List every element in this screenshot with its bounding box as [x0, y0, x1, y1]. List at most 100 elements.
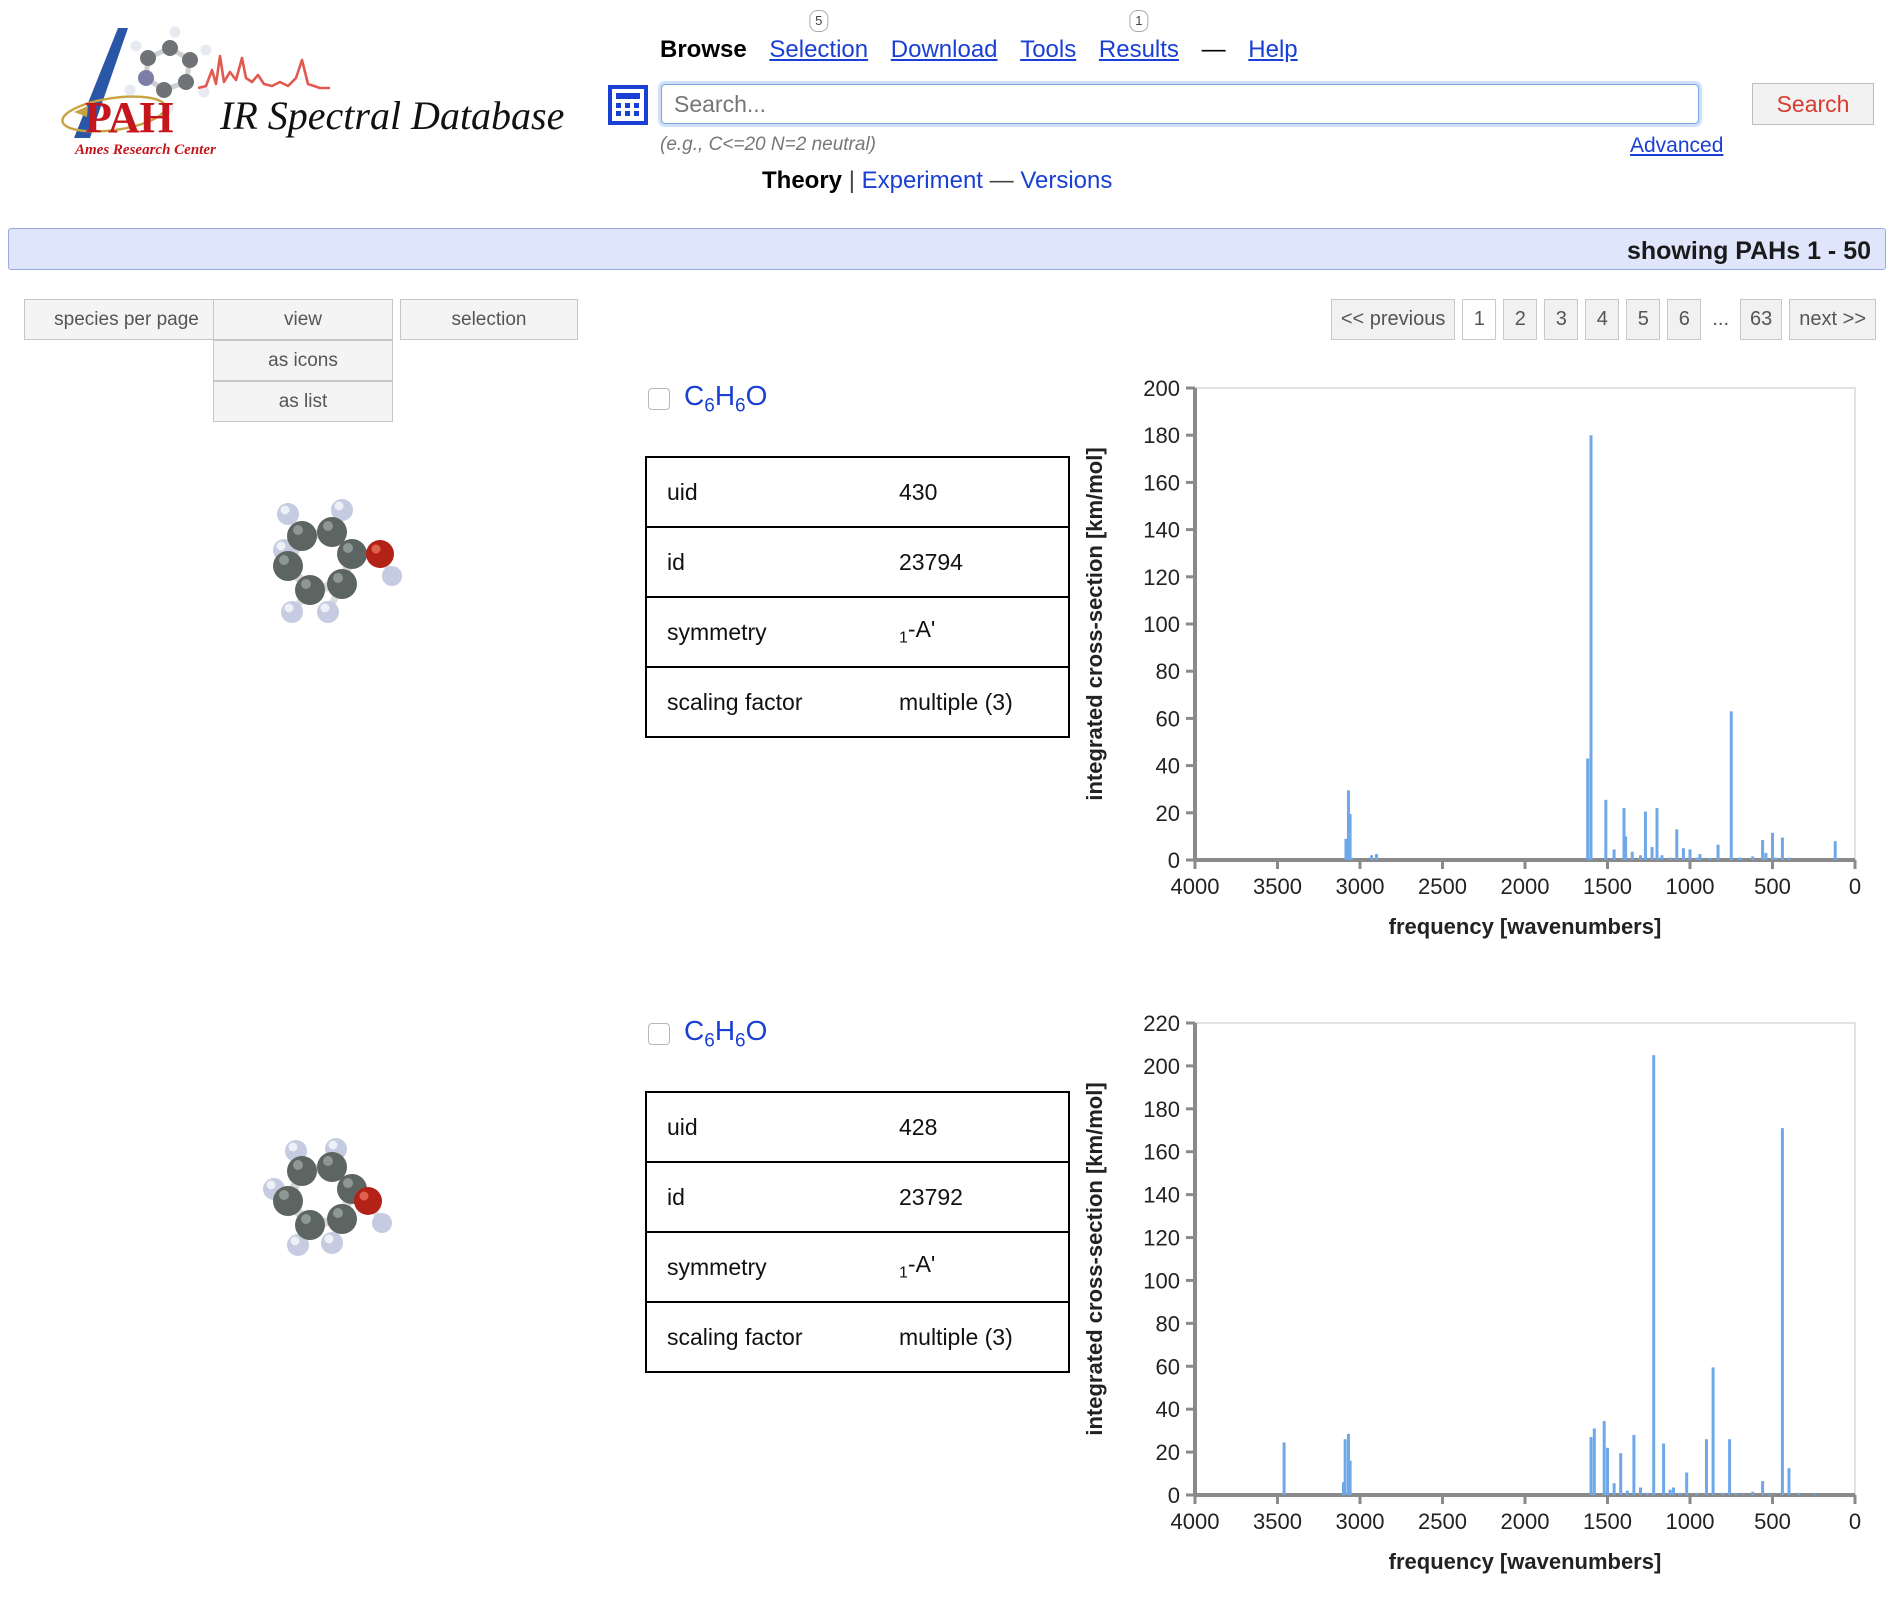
- molecule-structure-image[interactable]: [240, 1127, 420, 1277]
- logo-wordmark: IR Spectral Database: [220, 93, 565, 138]
- svg-text:4000: 4000: [1171, 874, 1220, 899]
- sub-navigation: Theory | Experiment — Versions: [762, 167, 1112, 195]
- table-row: uid 430: [646, 457, 1069, 527]
- advanced-search-link[interactable]: Advanced: [1630, 134, 1723, 158]
- logo-ames-text: Ames Research Center: [75, 142, 216, 158]
- showing-count-label: showing PAHs 1 - 50: [1626, 237, 1871, 265]
- svg-text:60: 60: [1156, 1354, 1180, 1379]
- svg-text:120: 120: [1143, 565, 1180, 590]
- showing-bar: showing PAHs 1 - 50: [8, 228, 1886, 270]
- molecule-structure-image[interactable]: [240, 492, 420, 642]
- svg-text:1500: 1500: [1583, 1509, 1632, 1534]
- pagination-page-2[interactable]: 2: [1503, 299, 1538, 340]
- table-row: uid 428: [646, 1092, 1069, 1162]
- nav-badge-results: 1: [1129, 10, 1149, 32]
- svg-text:40: 40: [1156, 1397, 1180, 1422]
- svg-text:20: 20: [1156, 1440, 1180, 1465]
- row-value-scaling-factor: multiple (3): [898, 1301, 1069, 1372]
- subnav-versions[interactable]: Versions: [1020, 167, 1112, 194]
- view-option-as-list[interactable]: as list: [213, 381, 393, 422]
- nav-label-selection[interactable]: Selection: [769, 36, 868, 63]
- row-value-id: 23794: [898, 526, 1069, 597]
- nav-item-selection[interactable]: 5 Selection: [769, 10, 868, 64]
- svg-text:0: 0: [1168, 848, 1180, 873]
- svg-text:80: 80: [1156, 659, 1180, 684]
- site-logo[interactable]: PAH IR Spectral Database Ames Research C…: [30, 20, 570, 158]
- pagination-ellipsis: ...: [1712, 308, 1730, 330]
- svg-text:2000: 2000: [1501, 874, 1550, 899]
- nav-label-browse: Browse: [660, 36, 747, 63]
- pagination-page-last[interactable]: 63: [1740, 299, 1783, 340]
- page-header: PAH IR Spectral Database Ames Research C…: [0, 0, 1896, 205]
- calculator-icon[interactable]: [608, 85, 648, 125]
- row-value-uid: 428: [899, 1113, 938, 1140]
- svg-text:120: 120: [1143, 1226, 1180, 1251]
- view-option-as-icons[interactable]: as icons: [213, 340, 393, 381]
- svg-text:2500: 2500: [1418, 874, 1467, 899]
- row-label-scaling-factor: scaling factor: [646, 1301, 898, 1372]
- nav-label-help[interactable]: Help: [1248, 36, 1297, 63]
- search-hint: (e.g., C<=20 N=2 neutral): [660, 134, 876, 155]
- table-row: id 23792: [646, 1161, 1069, 1232]
- pagination-page-3[interactable]: 3: [1544, 299, 1579, 340]
- pagination-page-6[interactable]: 6: [1667, 299, 1702, 340]
- row-label-id: id: [646, 1161, 898, 1232]
- svg-text:1000: 1000: [1666, 1509, 1715, 1534]
- nav-label-results[interactable]: Results: [1099, 36, 1179, 63]
- svg-text:160: 160: [1143, 1140, 1180, 1165]
- svg-text:20: 20: [1156, 801, 1180, 826]
- view-button[interactable]: view: [213, 299, 393, 340]
- svg-text:160: 160: [1143, 470, 1180, 495]
- row-label-uid: uid: [667, 1113, 698, 1140]
- pagination-page-1[interactable]: 1: [1462, 299, 1497, 340]
- logo-pah-text: PAH: [85, 93, 174, 142]
- species-formula[interactable]: C6H6O: [684, 1015, 767, 1053]
- svg-text:3500: 3500: [1253, 1509, 1302, 1534]
- main-navigation: Browse 5 Selection Download Tools 1 Resu…: [660, 10, 1314, 64]
- svg-text:500: 500: [1754, 1509, 1791, 1534]
- search-button[interactable]: Search: [1752, 83, 1874, 125]
- svg-text:3500: 3500: [1253, 874, 1302, 899]
- nav-label-download[interactable]: Download: [891, 36, 998, 63]
- nav-label-tools[interactable]: Tools: [1020, 36, 1076, 63]
- ir-spectrum-chart[interactable]: 0 20 40 60 80 100 120 140 160 180 200 4000 3500 3000 2…: [1080, 370, 1880, 970]
- row-value-scaling-factor: multiple (3): [898, 666, 1069, 737]
- row-value-symmetry: 1-A': [898, 1231, 1069, 1302]
- species-info-table: uid 430 id 23794 symmetry 1-A' scaling f…: [645, 456, 1070, 738]
- row-label-id: id: [646, 526, 898, 597]
- svg-text:140: 140: [1143, 518, 1180, 543]
- svg-text:frequency [wavenumbers]: frequency [wavenumbers]: [1389, 914, 1662, 939]
- species-per-page-button[interactable]: species per page: [24, 299, 229, 340]
- subnav-experiment[interactable]: Experiment: [862, 167, 983, 194]
- svg-text:200: 200: [1143, 1054, 1180, 1079]
- svg-text:80: 80: [1156, 1311, 1180, 1336]
- nav-item-help[interactable]: Help: [1248, 36, 1297, 64]
- pagination-previous[interactable]: << previous: [1330, 299, 1456, 340]
- svg-text:0: 0: [1849, 874, 1861, 899]
- ir-spectrum-chart[interactable]: 0 20 40 60 80 100 120 140 160 180 200 220 4000 3500 30…: [1080, 1005, 1880, 1605]
- svg-text:1000: 1000: [1666, 874, 1715, 899]
- row-label-scaling-factor: scaling factor: [646, 666, 898, 737]
- species-select-checkbox[interactable]: [648, 1022, 670, 1045]
- nav-item-browse[interactable]: Browse: [660, 36, 747, 64]
- species-select-checkbox[interactable]: [648, 387, 670, 410]
- selection-button[interactable]: selection: [400, 299, 578, 340]
- svg-text:2000: 2000: [1501, 1509, 1550, 1534]
- pagination-page-5[interactable]: 5: [1626, 299, 1661, 340]
- svg-text:integrated cross-section [km/m: integrated cross-section [km/mol]: [1082, 1082, 1107, 1435]
- nav-item-tools[interactable]: Tools: [1020, 36, 1076, 64]
- search-input[interactable]: [658, 81, 1702, 127]
- pagination-next[interactable]: next >>: [1789, 299, 1876, 340]
- species-card-header: C6H6O: [648, 380, 767, 418]
- svg-text:140: 140: [1143, 1183, 1180, 1208]
- svg-text:180: 180: [1143, 1097, 1180, 1122]
- nav-item-download[interactable]: Download: [891, 36, 998, 64]
- nav-item-results[interactable]: 1 Results: [1099, 10, 1179, 64]
- pagination-page-4[interactable]: 4: [1585, 299, 1620, 340]
- svg-text:1500: 1500: [1583, 874, 1632, 899]
- species-formula[interactable]: C6H6O: [684, 380, 767, 418]
- svg-text:frequency [wavenumbers]: frequency [wavenumbers]: [1389, 1549, 1662, 1574]
- svg-text:60: 60: [1156, 706, 1180, 731]
- table-row: symmetry 1-A': [646, 1231, 1069, 1302]
- subnav-theory[interactable]: Theory: [762, 167, 842, 194]
